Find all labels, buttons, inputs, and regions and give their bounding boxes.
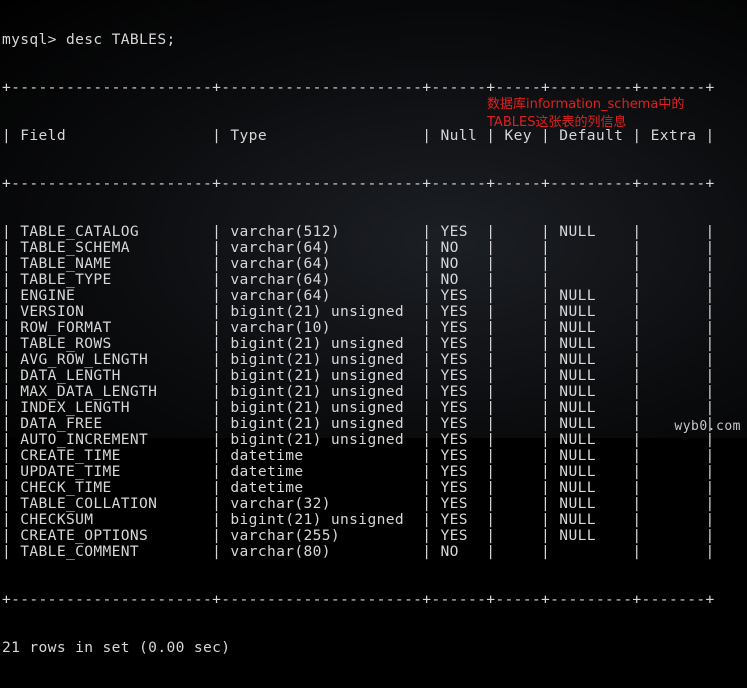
table-row: | VERSION | bigint(21) unsigned | YES | … — [2, 303, 715, 320]
table-row: | AVG_ROW_LENGTH | bigint(21) unsigned |… — [2, 351, 715, 368]
table-row: | MAX_DATA_LENGTH | bigint(21) unsigned … — [2, 383, 715, 400]
table-row: | TABLE_SCHEMA | varchar(64) | NO | | | … — [2, 239, 715, 256]
table-row: | TABLE_ROWS | bigint(21) unsigned | YES… — [2, 335, 715, 352]
table-row: | INDEX_LENGTH | bigint(21) unsigned | Y… — [2, 399, 715, 416]
table-row: | TABLE_COMMENT | varchar(80) | NO | | |… — [2, 543, 715, 560]
table-row: | CHECKSUM | bigint(21) unsigned | YES |… — [2, 511, 715, 528]
table-row: | ENGINE | varchar(64) | YES | | NULL | … — [2, 287, 715, 304]
result-summary: 21 rows in set (0.00 sec) — [2, 639, 231, 656]
terminal-window[interactable]: mysql> desc TABLES; +-------------------… — [0, 0, 747, 656]
table-border-top: +----------------------+----------------… — [2, 79, 715, 96]
table-row: | ROW_FORMAT | varchar(10) | YES | | NUL… — [2, 319, 715, 336]
table-row: | TABLE_NAME | varchar(64) | NO | | | | — [2, 255, 715, 272]
table-body: | TABLE_CATALOG | varchar(512) | YES | |… — [2, 224, 715, 560]
annotation-line-1: 数据库information_schema中的 — [487, 97, 685, 112]
table-row: | CREATE_OPTIONS | varchar(255) | YES | … — [2, 527, 715, 544]
table-row: | UPDATE_TIME | datetime | YES | | NULL … — [2, 463, 715, 480]
table-row: | TABLE_TYPE | varchar(64) | NO | | | | — [2, 271, 715, 288]
annotation-line-2: TABLES这张表的列信息 — [487, 115, 627, 130]
table-border-mid: +----------------------+----------------… — [2, 175, 715, 192]
table-border-bottom: +----------------------+----------------… — [2, 591, 715, 608]
table-row: | DATA_FREE | bigint(21) unsigned | YES … — [2, 415, 715, 432]
table-row: | TABLE_COLLATION | varchar(32) | YES | … — [2, 495, 715, 512]
table-row: | CHECK_TIME | datetime | YES | | NULL |… — [2, 479, 715, 496]
table-row: | TABLE_CATALOG | varchar(512) | YES | |… — [2, 223, 715, 240]
table-row: | CREATE_TIME | datetime | YES | | NULL … — [2, 447, 715, 464]
table-row: | DATA_LENGTH | bigint(21) unsigned | YE… — [2, 367, 715, 384]
command-line: mysql> desc TABLES; — [2, 31, 176, 48]
watermark: wyb0.com — [674, 419, 741, 434]
table-row: | AUTO_INCREMENT | bigint(21) unsigned |… — [2, 431, 715, 448]
annotation-note: 数据库information_schema中的 TABLES这张表的列信息 — [487, 96, 684, 132]
